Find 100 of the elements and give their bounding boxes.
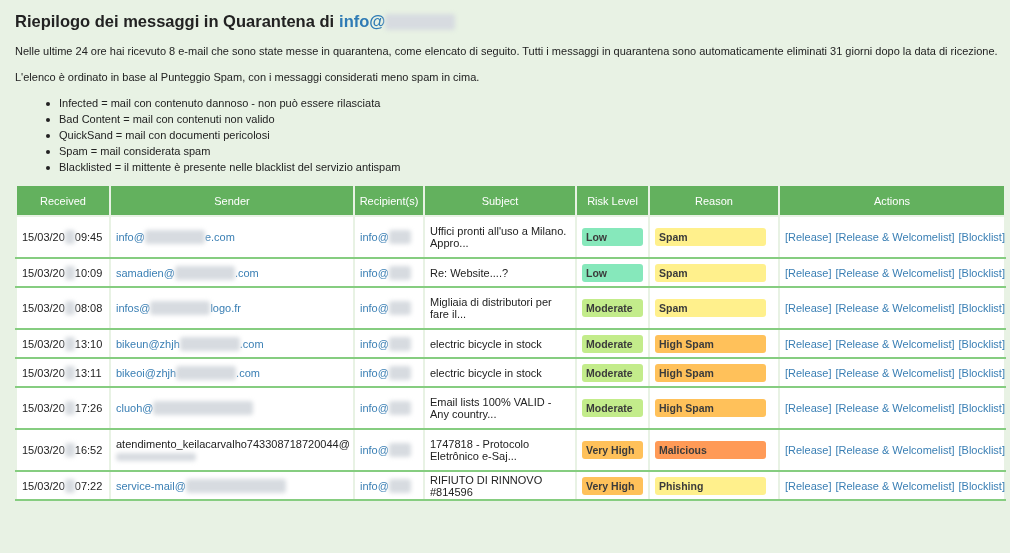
action-link[interactable]: [Release] [785, 231, 832, 243]
action-link[interactable]: [Blocklist] [958, 302, 1005, 314]
bullet-dot [46, 149, 50, 154]
reason-badge: High Spam [655, 363, 766, 382]
action-link[interactable]: [Release] [785, 366, 832, 379]
sender-email[interactable]: bikeun@zhjh [116, 337, 180, 350]
redaction-blur [144, 230, 205, 244]
bullet-dot [46, 165, 50, 170]
subject-text: Email lists 100% VALID - Any country... [430, 396, 552, 420]
action-link[interactable]: [Release] [785, 302, 832, 314]
action-link[interactable]: [Release & Welcomelist] [835, 402, 955, 414]
action-link[interactable]: [Release & Welcomelist] [835, 231, 955, 243]
redaction-blur [64, 336, 75, 351]
action-link[interactable]: [Blocklist] [958, 266, 1005, 279]
redaction-blur [388, 401, 411, 415]
redaction-blur [388, 443, 411, 457]
received-date: 15/03/20 [22, 402, 65, 414]
action-link[interactable]: [Release & Welcomelist] [835, 266, 955, 279]
action-link[interactable]: [Release & Welcomelist] [835, 444, 955, 456]
bullet-dot [46, 117, 50, 122]
sender-email[interactable]: .com [236, 366, 260, 379]
subject-text: electric bicycle in stock [430, 366, 542, 379]
legend-item: Bad Content = mail con contenuti non valido [59, 113, 275, 126]
action-link[interactable]: [Release] [785, 337, 832, 350]
risk-badge: Low [582, 228, 643, 246]
reason-badge: Spam [655, 263, 766, 282]
received-time: 13:11 [74, 366, 102, 379]
reason-badge: Spam [655, 228, 766, 246]
risk-badge: Moderate [582, 299, 643, 317]
subject-text: Re: Website....? [430, 266, 509, 279]
sender-email[interactable]: infos@ [116, 302, 151, 314]
sender-email[interactable]: service-mail@ [116, 479, 186, 492]
column-header: Sender [110, 185, 354, 216]
sender-email[interactable]: bikeoi@zhjh [116, 366, 177, 379]
recipient-email[interactable]: info@ [360, 266, 389, 279]
column-header: Recipient(s) [354, 185, 424, 216]
action-link[interactable]: [Release] [785, 266, 832, 279]
mailbox-address: info@ [339, 12, 386, 31]
received-date: 15/03/20 [22, 231, 65, 243]
action-link[interactable]: [Blocklist] [958, 231, 1005, 243]
received-date: 15/03/20 [22, 479, 65, 492]
redaction-blur [64, 265, 75, 280]
risk-badge: Very High [582, 476, 643, 495]
action-link[interactable]: [Release & Welcomelist] [835, 302, 955, 314]
redaction-blur [388, 265, 411, 280]
legend-item: Infected = mail con contenuto dannoso - non può essere rilasciata [59, 97, 381, 110]
subject-text: electric bicycle in stock [430, 337, 542, 350]
bullet-dot [46, 101, 50, 106]
redaction-blur [64, 301, 75, 315]
action-link[interactable]: [Release & Welcomelist] [835, 479, 955, 492]
sender-email[interactable]: info@ [116, 231, 145, 243]
redaction-blur [64, 478, 75, 493]
risk-badge: Very High [582, 441, 643, 459]
action-link[interactable]: [Blocklist] [958, 479, 1005, 492]
recipient-email[interactable]: info@ [360, 302, 389, 314]
column-header: Received [16, 185, 110, 216]
subject-text: 1747818 - Protocolo Eletrônico e-Saj... [430, 438, 530, 462]
sender-email[interactable]: logo.fr [210, 302, 241, 314]
action-link[interactable]: [Release & Welcomelist] [835, 337, 955, 350]
sender-email[interactable]: e.com [204, 231, 235, 243]
received-time: 07:22 [74, 479, 103, 492]
action-link[interactable]: [Blocklist] [958, 444, 1005, 456]
column-header: Subject [424, 185, 576, 216]
received-date: 15/03/20 [22, 444, 65, 456]
reason-badge: Spam [655, 299, 766, 317]
recipient-email[interactable]: info@ [360, 366, 389, 379]
sender-email[interactable]: samadien@ [116, 266, 175, 279]
risk-badge: Low [582, 263, 643, 282]
received-time: 08:08 [74, 302, 103, 314]
sender-email[interactable]: .com [239, 337, 264, 350]
action-link[interactable]: [Release & Welcomelist] [835, 366, 955, 379]
recipient-email[interactable]: info@ [360, 337, 389, 350]
recipient-email[interactable]: info@ [360, 479, 389, 492]
received-time: 13:10 [74, 337, 103, 350]
recipient-email[interactable]: info@ [360, 231, 389, 243]
redaction-blur [388, 230, 411, 244]
redaction-blur [176, 365, 237, 380]
received-date: 15/03/20 [22, 366, 65, 379]
action-link[interactable]: [Blocklist] [958, 402, 1005, 414]
redaction-blur [64, 230, 75, 244]
action-link[interactable]: [Release] [785, 402, 832, 414]
column-header: Risk Level [576, 185, 649, 216]
received-time: 10:09 [74, 266, 103, 279]
recipient-email[interactable]: info@ [360, 402, 389, 414]
page-title: Riepilogo dei messaggi in Quarantena di [15, 12, 335, 31]
subject-text: Migliaia di distributori per fare il... [430, 296, 552, 320]
action-link[interactable]: [Release] [785, 444, 832, 456]
reason-badge: High Spam [655, 334, 766, 353]
sender-email[interactable]: .com [234, 266, 259, 279]
received-time: 16:52 [74, 444, 103, 456]
recipient-email[interactable]: info@ [360, 444, 389, 456]
intro-text: Nelle ultime 24 ore hai ricevuto 8 e-mail che sono state messe in quarantena, come elencato di seguito. Tutti i messaggi in quarantena sono automaticamente eliminati 31 giorni dopo la data di ricezione. [15, 45, 999, 57]
redaction-blur [174, 265, 235, 280]
action-link[interactable]: [Blocklist] [958, 337, 1005, 350]
subject-text: Uffici pronti all'uso a Milano. Appro... [430, 225, 567, 249]
bullet-dot [46, 133, 50, 138]
sender-email[interactable]: cluoh@ [116, 402, 154, 414]
action-link[interactable]: [Release] [785, 479, 832, 492]
column-header: Actions [779, 185, 1005, 216]
action-link[interactable]: [Blocklist] [958, 366, 1005, 379]
